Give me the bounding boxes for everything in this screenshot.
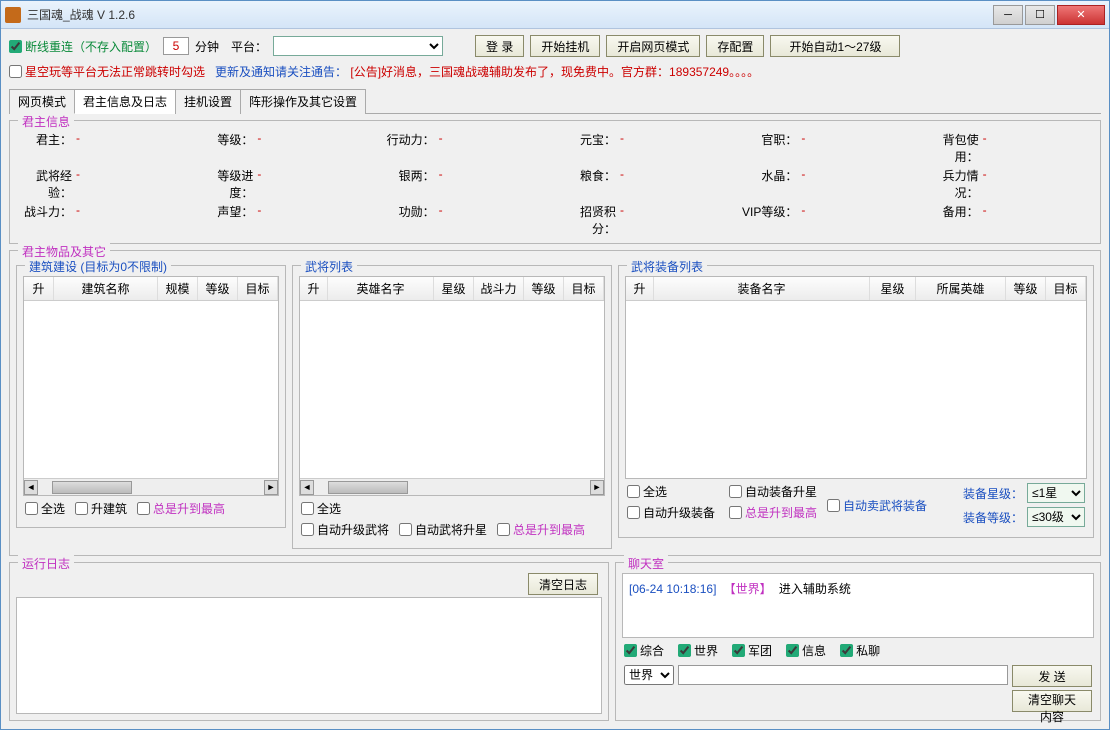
gen-max[interactable]: 总是升到最高 xyxy=(497,521,585,538)
window-title: 三国魂_战魂 V 1.2.6 xyxy=(27,6,993,23)
chat-filter-私聊[interactable]: 私聊 xyxy=(840,642,880,659)
log-panel: 运行日志 清空日志 xyxy=(9,562,609,721)
chat-log[interactable]: [06-24 10:18:16] 【世界】 进入辅助系统 xyxy=(622,573,1094,638)
equip-star-select[interactable]: ≤1星 xyxy=(1027,483,1085,503)
equip-auto-sell[interactable]: 自动卖武将装备 xyxy=(827,497,927,514)
tab-web-mode[interactable]: 网页模式 xyxy=(9,89,75,114)
minimize-button[interactable]: ─ xyxy=(993,5,1023,25)
equip-lvl-label: 装备等级： xyxy=(963,509,1023,526)
tab-lord-info[interactable]: 君主信息及日志 xyxy=(74,89,176,114)
build-up-checkbox[interactable]: 升建筑 xyxy=(75,500,127,517)
main-tabs: 网页模式 君主信息及日志 挂机设置 阵形操作及其它设置 xyxy=(9,88,1101,114)
web-mode-button[interactable]: 开启网页模式 xyxy=(606,35,700,57)
gen-select-all[interactable]: 全选 xyxy=(301,500,341,517)
platform-label: 平台： xyxy=(231,38,267,55)
lord-info-box: 君主信息 君主：-等级：-行动力：-元宝：-官职：-背包使用：-武将经验：-等级… xyxy=(9,120,1101,244)
build-select-all[interactable]: 全选 xyxy=(25,500,65,517)
start-hang-button[interactable]: 开始挂机 xyxy=(530,35,600,57)
equip-box: 武将装备列表 升 装备名字 星级 所属英雄 等级 目标 xyxy=(618,265,1094,538)
chat-input[interactable] xyxy=(678,665,1008,685)
titlebar[interactable]: 三国魂_战魂 V 1.2.6 ─ ☐ ✕ xyxy=(1,1,1109,29)
equip-auto-up[interactable]: 自动升级装备 xyxy=(627,504,715,521)
minutes-label: 分钟 xyxy=(195,38,219,55)
notice-body: [公告]好消息，三国魂战魂辅助发布了，现免费中。官方群：189357249。。。… xyxy=(350,65,759,79)
reconnect-minutes-input[interactable] xyxy=(163,37,189,55)
equip-lvl-select[interactable]: ≤30级 xyxy=(1027,507,1085,527)
equip-list[interactable]: 升 装备名字 星级 所属英雄 等级 目标 xyxy=(625,276,1087,479)
chat-channel-select[interactable]: 世界 xyxy=(624,665,674,685)
build-list[interactable]: 升 建筑名称 规模 等级 目标 ◄► xyxy=(23,276,279,496)
equip-auto-star[interactable]: 自动装备升星 xyxy=(729,483,817,500)
clear-log-button[interactable]: 清空日志 xyxy=(528,573,598,595)
generals-list[interactable]: 升 英雄名字 星级 战斗力 等级 目标 ◄► xyxy=(299,276,605,496)
gen-auto-up[interactable]: 自动升级武将 xyxy=(301,521,389,538)
chat-filter-信息[interactable]: 信息 xyxy=(786,642,826,659)
gen-auto-star[interactable]: 自动武将升星 xyxy=(399,521,487,538)
build-hscroll[interactable]: ◄► xyxy=(24,478,278,495)
chat-clear-button[interactable]: 清空聊天内容 xyxy=(1012,690,1092,712)
equip-legend: 武将装备列表 xyxy=(627,258,707,275)
chat-send-button[interactable]: 发 送 xyxy=(1012,665,1092,687)
generals-box: 武将列表 升 英雄名字 星级 战斗力 等级 目标 ◄► xyxy=(292,265,612,549)
tab-hang-settings[interactable]: 挂机设置 xyxy=(175,89,241,114)
build-box: 建筑建设 (目标为0不限制) 升 建筑名称 规模 等级 目标 ◄► xyxy=(16,265,286,528)
chat-filter-综合[interactable]: 综合 xyxy=(624,642,664,659)
lord-info-legend: 君主信息 xyxy=(18,113,74,130)
toolbar-row-1: 断线重连（不存入配置） 分钟 平台： 登 录 开始挂机 开启网页模式 存配置 开… xyxy=(9,33,1101,59)
app-icon xyxy=(5,7,21,23)
chat-panel: 聊天室 [06-24 10:18:16] 【世界】 进入辅助系统 综合世界军团信… xyxy=(615,562,1101,721)
chat-legend: 聊天室 xyxy=(624,555,668,572)
chat-filter-世界[interactable]: 世界 xyxy=(678,642,718,659)
save-config-button[interactable]: 存配置 xyxy=(706,35,764,57)
close-button[interactable]: ✕ xyxy=(1057,5,1105,25)
notice-prefix: 更新及通知请关注通告： xyxy=(215,65,347,79)
generals-hscroll[interactable]: ◄► xyxy=(300,478,604,495)
toolbar-row-2: 星空玩等平台无法正常跳转时勾选 更新及通知请关注通告： [公告]好消息，三国魂战… xyxy=(9,61,1101,82)
log-legend: 运行日志 xyxy=(18,555,74,572)
auto-level-button[interactable]: 开始自动1～27级 xyxy=(770,35,900,57)
maximize-button[interactable]: ☐ xyxy=(1025,5,1055,25)
tab-formation[interactable]: 阵形操作及其它设置 xyxy=(240,89,366,114)
main-window: 三国魂_战魂 V 1.2.6 ─ ☐ ✕ 断线重连（不存入配置） 分钟 平台： … xyxy=(0,0,1110,730)
equip-select-all[interactable]: 全选 xyxy=(627,483,715,500)
log-textarea[interactable] xyxy=(16,597,602,714)
lord-items-box: 君主物品及其它 建筑建设 (目标为0不限制) 升 建筑名称 规模 等级 目标 xyxy=(9,250,1101,556)
reconnect-checkbox[interactable]: 断线重连（不存入配置） xyxy=(9,38,157,55)
login-button[interactable]: 登 录 xyxy=(475,35,524,57)
star-platform-checkbox[interactable]: 星空玩等平台无法正常跳转时勾选 xyxy=(9,63,205,80)
platform-select[interactable] xyxy=(273,36,443,56)
build-legend: 建筑建设 (目标为0不限制) xyxy=(25,258,171,275)
equip-max[interactable]: 总是升到最高 xyxy=(729,504,817,521)
equip-star-label: 装备星级： xyxy=(963,485,1023,502)
chat-filter-军团[interactable]: 军团 xyxy=(732,642,772,659)
generals-legend: 武将列表 xyxy=(301,258,357,275)
build-max-checkbox[interactable]: 总是升到最高 xyxy=(137,500,225,517)
